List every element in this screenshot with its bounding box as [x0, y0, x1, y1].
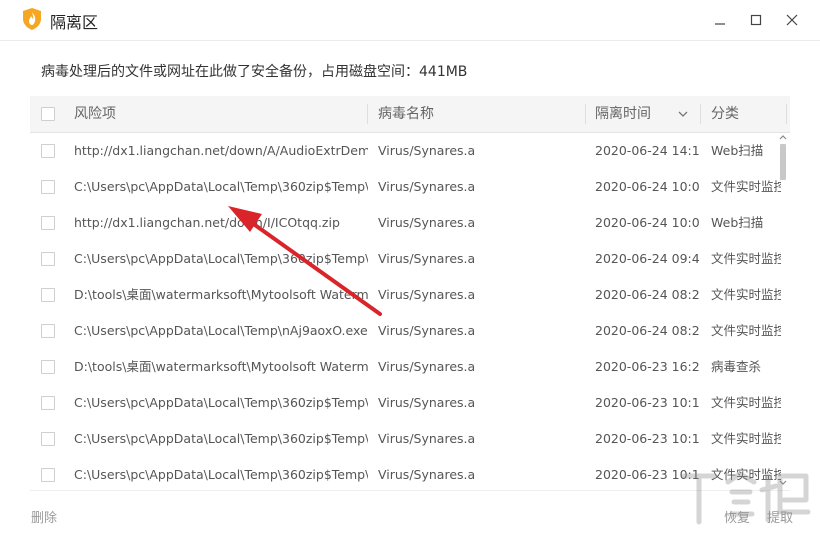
cell-quarantine-time: 2020-06-23 16:28 [595, 359, 700, 374]
cell-virus-name: Virus/Synares.a [378, 395, 476, 410]
scroll-up-icon[interactable] [779, 134, 787, 140]
cell-risk: C:\Users\pc\AppData\Local\Temp\nAj9aoxO.… [74, 323, 368, 338]
cell-quarantine-time: 2020-06-24 08:21 [595, 287, 700, 302]
cell-quarantine-time: 2020-06-24 10:05 [595, 215, 700, 230]
cell-virus-name: Virus/Synares.a [378, 251, 476, 266]
cell-category: 文件实时监控 [711, 395, 781, 410]
sort-chevron-down-icon[interactable] [678, 110, 688, 118]
cell-category: 文件实时监控 [711, 323, 781, 338]
title-bar: 隔离区 [0, 0, 820, 41]
cell-risk: C:\Users\pc\AppData\Local\Temp\360zip$Te… [74, 251, 368, 266]
table-row[interactable]: D:\tools\桌面\watermarksoft\Mytoolsoft Wat… [30, 349, 790, 385]
cell-quarantine-time: 2020-06-23 10:19 [595, 431, 700, 446]
cell-quarantine-time: 2020-06-24 10:06 [595, 179, 700, 194]
header-risk[interactable]: 风险项 [74, 96, 116, 132]
cell-risk: C:\Users\pc\AppData\Local\Temp\360zip$Te… [74, 467, 368, 482]
close-button[interactable] [780, 8, 804, 32]
cell-category: 病毒查杀 [711, 359, 762, 374]
column-divider[interactable] [786, 104, 787, 124]
cell-quarantine-time: 2020-06-24 14:10 [595, 143, 700, 158]
row-checkbox[interactable] [41, 288, 55, 302]
cell-risk: D:\tools\桌面\watermarksoft\Mytoolsoft Wat… [74, 359, 368, 374]
row-checkbox[interactable] [41, 468, 55, 482]
cell-risk: C:\Users\pc\AppData\Local\Temp\360zip$Te… [74, 179, 368, 194]
cell-category: 文件实时监控 [711, 287, 781, 302]
delete-button[interactable]: 删除 [31, 507, 57, 526]
table-row[interactable]: C:\Users\pc\AppData\Local\Temp\360zip$Te… [30, 241, 790, 277]
row-checkbox[interactable] [41, 180, 55, 194]
cell-virus-name: Virus/Synares.a [378, 467, 476, 482]
row-checkbox[interactable] [41, 432, 55, 446]
cell-virus-name: Virus/Synares.a [378, 215, 476, 230]
table-row[interactable]: C:\Users\pc\AppData\Local\Temp\nAj9aoxO.… [30, 313, 790, 349]
cell-risk: C:\Users\pc\AppData\Local\Temp\360zip$Te… [74, 431, 368, 446]
cell-category: 文件实时监控 [711, 251, 781, 266]
disk-usage-info: 病毒处理后的文件或网址在此做了安全备份，占用磁盘空间：441MB [41, 64, 468, 80]
table-row[interactable]: http://dx1.liangchan.net/down/A/AudioExt… [30, 133, 790, 169]
column-divider[interactable] [367, 104, 368, 124]
cell-risk: C:\Users\pc\AppData\Local\Temp\360zip$Te… [74, 395, 368, 410]
select-all-checkbox[interactable] [41, 107, 55, 121]
quarantine-table: 风险项 病毒名称 隔离时间 分类 http://dx1.liangchan.ne… [30, 96, 790, 491]
cell-category: Web扫描 [711, 143, 764, 158]
cell-virus-name: Virus/Synares.a [378, 179, 476, 194]
scrollbar-thumb[interactable] [780, 144, 786, 180]
maximize-button[interactable] [744, 8, 768, 32]
minimize-button[interactable] [708, 8, 732, 32]
column-divider[interactable] [585, 104, 586, 124]
cell-risk: http://dx1.liangchan.net/down/A/AudioExt… [74, 143, 368, 158]
minimize-icon [715, 23, 725, 25]
cell-category: 文件实时监控 [711, 431, 781, 446]
close-icon [786, 14, 798, 26]
cell-category: 文件实时监控 [711, 179, 781, 194]
row-checkbox[interactable] [41, 144, 55, 158]
table-row[interactable]: C:\Users\pc\AppData\Local\Temp\360zip$Te… [30, 385, 790, 421]
table-row[interactable]: C:\Users\pc\AppData\Local\Temp\360zip$Te… [30, 169, 790, 205]
shield-flame-icon [23, 8, 41, 30]
cell-virus-name: Virus/Synares.a [378, 287, 476, 302]
cell-category: Web扫描 [711, 215, 764, 230]
row-checkbox[interactable] [41, 216, 55, 230]
table-header: 风险项 病毒名称 隔离时间 分类 [30, 96, 790, 133]
cell-virus-name: Virus/Synares.a [378, 431, 476, 446]
header-time[interactable]: 隔离时间 [595, 96, 651, 132]
table-row[interactable]: D:\tools\桌面\watermarksoft\Mytoolsoft Wat… [30, 277, 790, 313]
row-checkbox[interactable] [41, 360, 55, 374]
cell-virus-name: Virus/Synares.a [378, 323, 476, 338]
cell-risk: http://dx1.liangchan.net/down/I/ICOtqq.z… [74, 215, 340, 230]
table-row[interactable]: http://dx1.liangchan.net/down/I/ICOtqq.z… [30, 205, 790, 241]
cell-virus-name: Virus/Synares.a [378, 359, 476, 374]
header-virus[interactable]: 病毒名称 [378, 96, 434, 132]
cell-quarantine-time: 2020-06-24 09:45 [595, 251, 700, 266]
cell-virus-name: Virus/Synares.a [378, 143, 476, 158]
vertical-scrollbar[interactable] [776, 132, 790, 490]
row-checkbox[interactable] [41, 396, 55, 410]
cell-risk: D:\tools\桌面\watermarksoft\Mytoolsoft Wat… [74, 287, 368, 302]
row-checkbox[interactable] [41, 252, 55, 266]
cell-quarantine-time: 2020-06-23 10:19 [595, 395, 700, 410]
column-divider[interactable] [700, 104, 701, 124]
window-title: 隔离区 [50, 13, 99, 32]
maximize-icon [750, 14, 762, 26]
cell-quarantine-time: 2020-06-24 08:21 [595, 323, 700, 338]
table-row[interactable]: C:\Users\pc\AppData\Local\Temp\360zip$Te… [30, 421, 790, 457]
header-category[interactable]: 分类 [711, 96, 739, 132]
watermark-logo-icon [681, 471, 811, 525]
row-checkbox[interactable] [41, 324, 55, 338]
